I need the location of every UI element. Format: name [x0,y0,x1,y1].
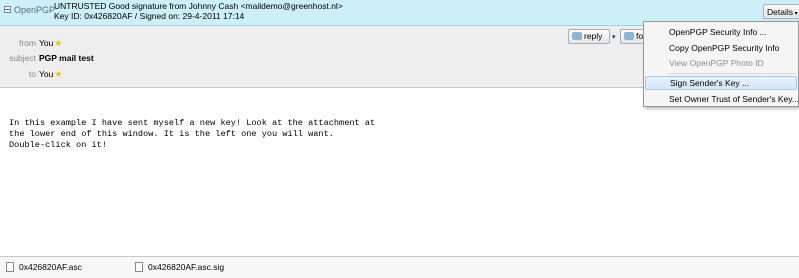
message-body: In this example I have sent myself a new… [9,118,376,150]
openpgp-collapse-icon[interactable] [4,6,11,13]
reply-button[interactable]: reply [568,29,610,44]
from-value[interactable]: You★ [39,38,62,49]
reply-icon [572,32,582,40]
dropdown-arrow-icon[interactable]: ▾ [612,33,616,41]
from-name: You [39,38,54,48]
forward-icon [624,32,634,40]
menu-item-view-photo-id: View OpenPGP Photo ID [669,58,764,68]
signature-status-line1: UNTRUSTED Good signature from Johnny Cas… [54,1,343,11]
file-icon [6,262,14,272]
menu-item-sign-senders-key[interactable]: Sign Sender's Key ... [645,76,797,90]
chevron-down-icon: ▾ [792,11,798,17]
openpgp-label: OpenPGP [14,5,56,15]
attachment-list: 0x426820AF.asc 0x426820AF.asc.sig [0,256,799,278]
subject-label: subject [9,53,36,63]
attachment-item[interactable]: 0x426820AF.asc.sig [135,262,224,272]
file-icon [135,262,143,272]
details-button-label: Details [767,7,793,17]
star-icon[interactable]: ★ [54,38,62,49]
star-icon[interactable]: ★ [54,69,62,80]
to-name: You [39,69,54,79]
attachment-name: 0x426820AF.asc.sig [148,262,225,272]
attachment-item[interactable]: 0x426820AF.asc [6,262,82,272]
signature-status: UNTRUSTED Good signature from Johnny Cas… [54,1,343,21]
details-button[interactable]: Details ▾ [763,4,799,19]
details-menu: OpenPGP Security Info ... Copy OpenPGP S… [643,21,799,107]
attachment-name: 0x426820AF.asc [19,262,82,272]
menu-item-security-info[interactable]: OpenPGP Security Info ... [645,25,797,39]
forward-button[interactable]: fo [620,29,645,44]
menu-separator [668,73,796,74]
menu-item-copy-security-info[interactable]: Copy OpenPGP Security Info [645,41,797,55]
menu-item-set-owner-trust[interactable]: Set Owner Trust of Sender's Key... [645,92,799,106]
to-value[interactable]: You★ [39,69,62,80]
reply-button-label: reply [584,31,603,41]
to-label: to [28,69,36,79]
from-label: from [19,38,36,48]
subject-value: PGP mail test [39,53,94,63]
signature-status-line2: Key ID: 0x426820AF / Signed on: 29-4-201… [54,11,245,21]
